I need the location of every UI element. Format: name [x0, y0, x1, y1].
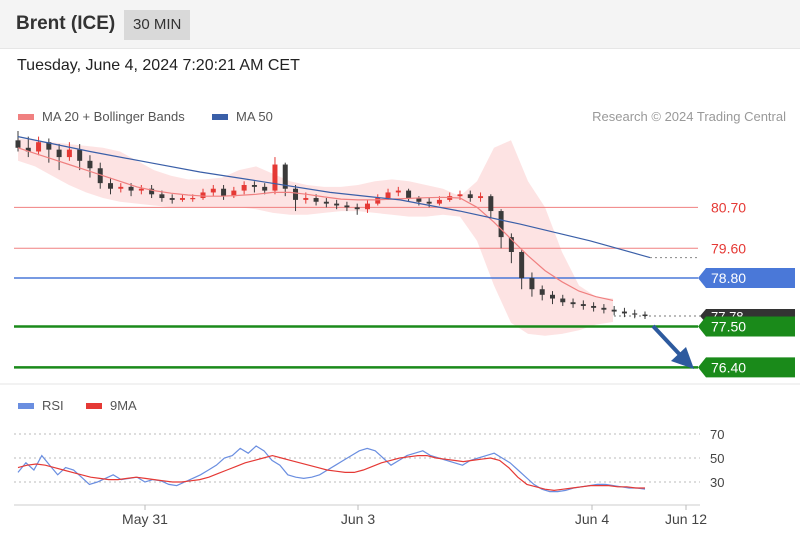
candle-body [179, 198, 185, 200]
candle-body [395, 190, 401, 193]
candle-body [56, 149, 62, 158]
candle-body [364, 203, 370, 210]
candle-body [323, 201, 329, 204]
candle-body [642, 314, 648, 317]
candle-body [262, 186, 268, 191]
candle-body [293, 188, 299, 200]
candle-body [334, 203, 340, 206]
candle-body [488, 196, 494, 212]
rsi-tick-label: 50 [710, 451, 724, 466]
candle-body [251, 185, 257, 187]
candle-body [478, 196, 484, 199]
resistance-label: 80.70 [711, 199, 746, 215]
x-tick-label: Jun 3 [341, 511, 375, 527]
candle-body [169, 198, 175, 200]
rsi-line [17, 445, 646, 493]
candle-body [539, 289, 545, 295]
candle-body [344, 205, 350, 208]
candle-body [200, 192, 206, 199]
candle-body [580, 304, 586, 306]
candle-body [138, 188, 144, 191]
candle-body [570, 302, 576, 305]
candle-body [560, 298, 566, 303]
candle-body [426, 201, 432, 204]
candle-body [128, 186, 134, 191]
price-chart[interactable]: 80.7079.6078.8077.7877.5076.40705030May … [0, 0, 800, 541]
candle-body [611, 309, 617, 312]
candle-body [601, 307, 607, 310]
resistance-label: 79.60 [711, 240, 746, 256]
candle-body [87, 160, 93, 169]
rsi-ma-line [17, 454, 645, 492]
candle-body [118, 186, 124, 189]
candle-body [529, 278, 535, 290]
candle-body [108, 183, 114, 189]
candle-body [36, 142, 42, 152]
candle-body [303, 198, 309, 200]
candle-body [457, 194, 463, 197]
candle-body [77, 149, 83, 161]
candle-body [190, 198, 196, 200]
candle-body [406, 190, 412, 199]
candle-body [632, 313, 638, 315]
candle-body [519, 252, 525, 279]
candle-body [354, 207, 360, 210]
candle-body [221, 188, 227, 197]
candle-body [621, 311, 627, 314]
x-tick-label: Jun 4 [575, 511, 609, 527]
level-label-support: 77.50 [711, 318, 746, 334]
candle-body [210, 188, 216, 193]
candle-body [549, 294, 555, 299]
level-label-pivot: 78.80 [711, 270, 746, 286]
rsi-tick-label: 30 [710, 475, 724, 490]
candle-body [15, 140, 21, 148]
candle-body [241, 185, 247, 191]
level-label-support: 76.40 [711, 359, 746, 375]
forecast-arrow-shaft [651, 324, 685, 360]
x-tick-label: May 31 [122, 511, 168, 527]
candle-body [66, 149, 72, 158]
candle-body [385, 192, 391, 199]
bollinger-band [18, 138, 613, 336]
candle-body [313, 198, 319, 202]
rsi-tick-label: 70 [710, 427, 724, 442]
candle-body [375, 198, 381, 204]
candle-body [436, 199, 442, 204]
candle-body [159, 194, 165, 199]
candle-body [591, 305, 597, 308]
candle-body [498, 211, 504, 238]
candle-body [272, 164, 278, 191]
x-tick-label: Jun 12 [665, 511, 707, 527]
candle-body [467, 194, 473, 199]
